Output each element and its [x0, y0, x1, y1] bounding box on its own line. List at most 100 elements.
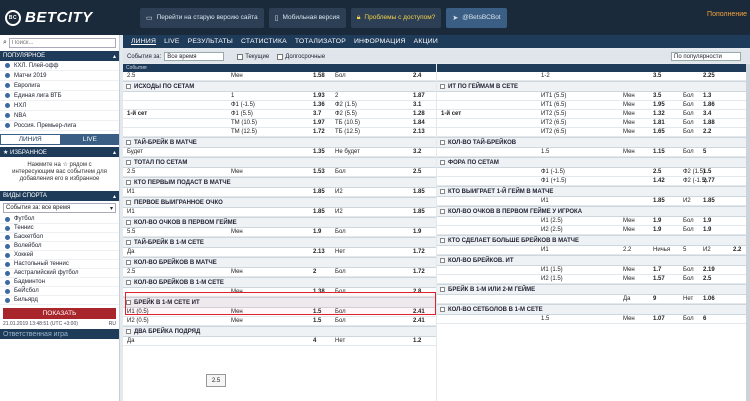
popular-item[interactable]: NBA	[0, 111, 119, 121]
odds-cell[interactable]: 2.5	[703, 276, 711, 282]
mobile-version-button[interactable]: ▯ Мобильная версия	[268, 7, 346, 28]
odds-cell[interactable]: 5	[703, 149, 706, 155]
sport-item[interactable]: БеЙсбол	[0, 287, 119, 296]
sort-select[interactable]: По популярности	[668, 52, 746, 61]
odds-cell[interactable]: 1.9	[703, 218, 711, 224]
market-header[interactable]: КТО ПЕРВЫМ ПОДАСТ В МАТЧЕ	[123, 177, 436, 188]
odds-cell[interactable]: 1.85	[653, 198, 665, 204]
odds-cell[interactable]: 1.72	[313, 129, 325, 135]
odds-cell[interactable]: 2.2	[703, 129, 711, 135]
cell[interactable]: 2.4	[413, 73, 421, 79]
popular-item[interactable]: Евролига	[0, 81, 119, 91]
odds-cell[interactable]: 1.95	[653, 102, 665, 108]
odds-cell[interactable]: 1.2	[413, 338, 421, 344]
market-header[interactable]: КОЛ-ВО БРЕЙКОВ В МАТЧЕ	[123, 257, 436, 268]
odds-cell[interactable]: 1.87	[413, 93, 425, 99]
nav-tab[interactable]: ТОТАЛИЗАТОР	[295, 38, 346, 45]
telegram-bot-button[interactable]: ➤ @BetsBCBot	[446, 7, 507, 28]
odds-cell[interactable]: 1.9	[653, 218, 661, 224]
star-icon[interactable]	[126, 260, 131, 265]
market-header[interactable]: КОЛ-ВО ОЧКОВ В ПЕРВОМ ГЕЙМЕ	[123, 217, 436, 228]
sport-item[interactable]: Хоккей	[0, 251, 119, 260]
odds-cell[interactable]: 2.5	[653, 169, 661, 175]
odds-cell[interactable]: 2.41	[413, 309, 425, 315]
favorites-header[interactable]: ★ ИЗБРАННОЕ ▴	[0, 147, 119, 157]
sports-period-select[interactable]: События за: все время ▾	[3, 203, 116, 213]
odds-cell[interactable]: 1.85	[413, 189, 425, 195]
nav-tab[interactable]: АКЦИИ	[414, 38, 438, 45]
nav-tab[interactable]: LIVE	[164, 38, 180, 45]
star-icon[interactable]	[440, 189, 445, 194]
odds-cell[interactable]: 1.3	[703, 93, 711, 99]
odds-cell[interactable]: 1.85	[313, 209, 325, 215]
star-icon[interactable]	[440, 160, 445, 165]
star-icon[interactable]	[126, 240, 131, 245]
nav-tab[interactable]: РЕЗУЛЬТАТЫ	[188, 38, 233, 45]
odds-cell[interactable]: 1.97	[313, 120, 325, 126]
old-version-button[interactable]: ▭ Перейти на старую версию сайта	[140, 7, 264, 28]
odds-cell[interactable]: 2.19	[703, 267, 715, 273]
market-header[interactable]: КОЛ-ВО СЕТБОЛОВ В 1-М СЕТЕ	[437, 304, 750, 315]
odds-cell[interactable]: 1.86	[703, 102, 715, 108]
sport-item[interactable]: Баскетбол	[0, 233, 119, 242]
odds-cell[interactable]: 1.72	[413, 249, 425, 255]
odds-cell[interactable]: 2.2	[733, 247, 741, 253]
market-header[interactable]: КОЛ-ВО БРЕЙКОВ В 1-М СЕТЕ	[123, 277, 436, 288]
market-header[interactable]: ТАЙ-БРЕЙК В МАТЧЕ	[123, 137, 436, 148]
odds-cell[interactable]: 1.53	[313, 169, 325, 175]
star-icon[interactable]	[440, 238, 445, 243]
odds-cell[interactable]: 3.4	[703, 111, 711, 117]
star-icon[interactable]	[126, 329, 131, 334]
market-header[interactable]: КОЛ-ВО ОЧКОВ В ПЕРВОМ ГЕЙМЕ У ИГРОКА	[437, 206, 750, 217]
odds-cell[interactable]: 2.13	[313, 249, 325, 255]
odds-cell[interactable]: 1.42	[653, 178, 665, 184]
sport-item[interactable]: Бильярд	[0, 296, 119, 305]
long-term-checkbox[interactable]	[277, 53, 284, 60]
market-header[interactable]: ДВА БРЕЙКА ПОДРЯД	[123, 326, 436, 337]
odds-cell[interactable]: 1.85	[413, 209, 425, 215]
market-header[interactable]: КТО ВЫИГРАЕТ 1-Й ГЕЙМ В МАТЧЕ	[437, 186, 750, 197]
odds-cell[interactable]: 1.5	[313, 318, 321, 324]
odds-cell[interactable]: 2	[313, 269, 316, 275]
market-header[interactable]: КТО СДЕЛАЕТ БОЛЬШЕ БРЕЙКОВ В МАТЧЕ	[437, 235, 750, 246]
popular-item[interactable]: КХЛ. Плей-офф	[0, 61, 119, 71]
nav-tab[interactable]: ЛИНИЯ	[131, 38, 156, 45]
star-icon[interactable]	[126, 84, 131, 89]
popular-item[interactable]: Матчи 2019	[0, 71, 119, 81]
star-icon[interactable]	[126, 300, 131, 305]
search-input[interactable]	[8, 38, 116, 48]
odds-cell[interactable]: 1.38	[313, 289, 325, 295]
star-icon[interactable]	[440, 307, 445, 312]
odds-cell[interactable]: 1.81	[653, 120, 665, 126]
odds-cell[interactable]: 1.57	[653, 276, 665, 282]
popular-item[interactable]: Единая лига ВТБ	[0, 91, 119, 101]
odds-cell[interactable]: 2.13	[413, 129, 425, 135]
popular-item[interactable]: Россия. Премьер-лига	[0, 121, 119, 131]
sport-item[interactable]: Австралийский футбол	[0, 269, 119, 278]
odds-cell[interactable]: 1.32	[653, 111, 665, 117]
market-header[interactable]: ИТ ПО ГЕЙМАМ В СЕТЕ	[437, 81, 750, 92]
odds-cell[interactable]: 1.9	[313, 229, 321, 235]
sport-item[interactable]: Футбол	[0, 215, 119, 224]
tab-live[interactable]: LIVE	[60, 134, 119, 145]
odds-cell[interactable]: 6	[703, 316, 706, 322]
star-icon[interactable]	[126, 180, 131, 185]
odds-cell[interactable]: 1.07	[653, 316, 665, 322]
odds-cell[interactable]: 9	[653, 296, 656, 302]
odds-cell[interactable]: 2.41	[413, 318, 425, 324]
sport-item[interactable]: Теннис	[0, 224, 119, 233]
odds-cell[interactable]: 3.5	[653, 93, 661, 99]
star-icon[interactable]	[440, 209, 445, 214]
star-icon[interactable]	[126, 200, 131, 205]
nav-tab[interactable]: СТАТИСТИКА	[241, 38, 287, 45]
odds-cell[interactable]: 1.88	[703, 120, 715, 126]
odds-cell[interactable]: 2.5	[413, 169, 421, 175]
scrollbar[interactable]	[746, 64, 750, 401]
odds-cell[interactable]: 1.5	[703, 169, 711, 175]
odds-cell[interactable]: 1.85	[703, 198, 715, 204]
odds-cell[interactable]: 1.36	[313, 102, 325, 108]
odds-cell[interactable]: 1.93	[313, 93, 325, 99]
access-problems-button[interactable]: 🔒︎ Проблемы с доступом?	[350, 7, 442, 28]
odds-cell[interactable]: 3.2	[413, 149, 421, 155]
period-select[interactable]: Все время	[164, 52, 225, 61]
